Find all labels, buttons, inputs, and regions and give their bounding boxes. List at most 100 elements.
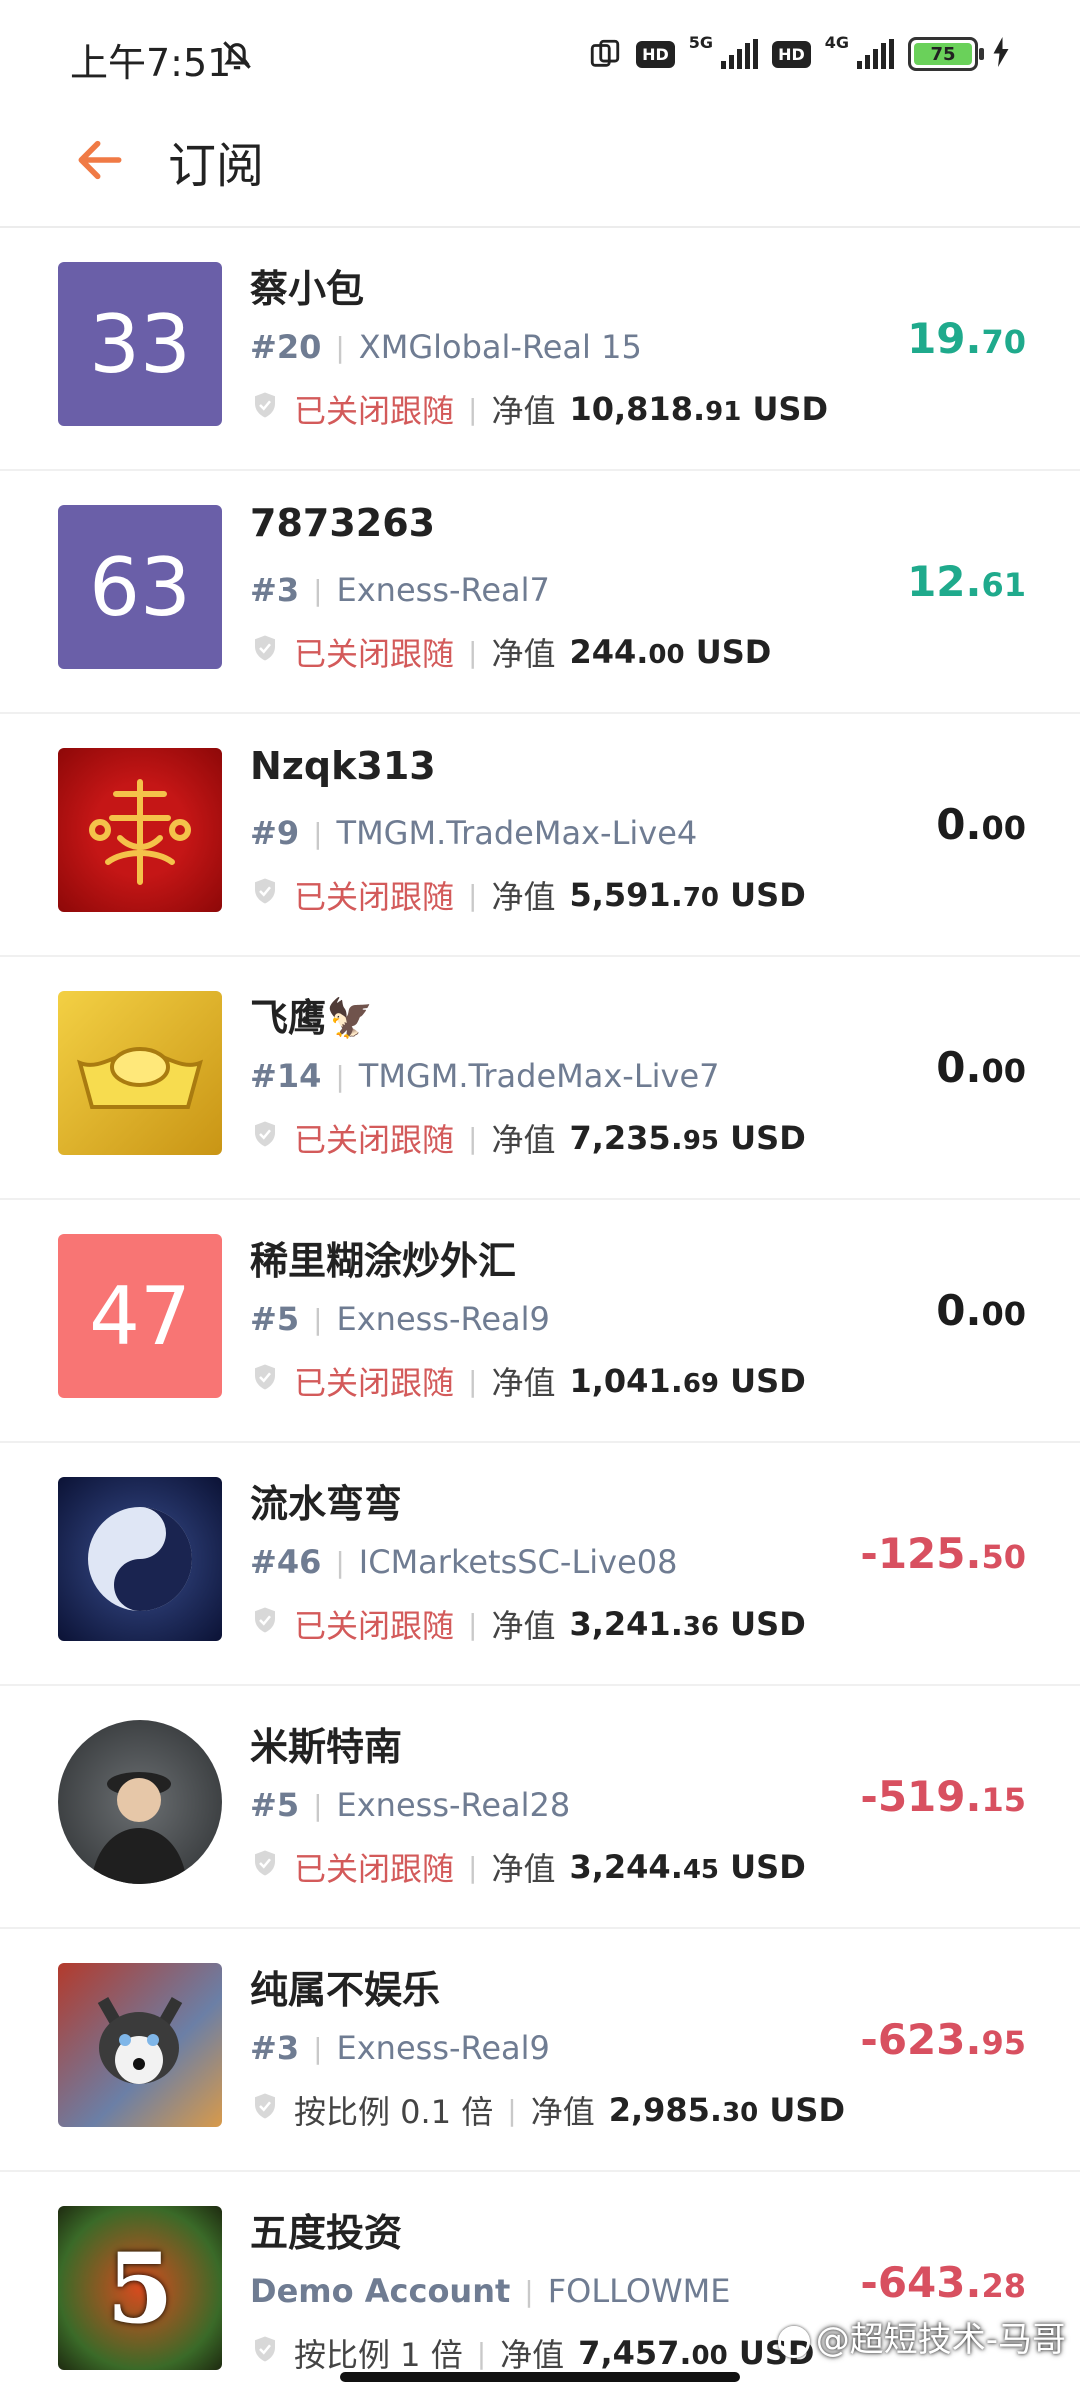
equity-value: 244.00 USD <box>569 633 771 671</box>
equity-int: 10,818. <box>569 390 706 428</box>
divider: | <box>468 1121 478 1155</box>
shield-icon <box>250 390 280 428</box>
status-bar: 上午7:51 HD 5G HD 4G 75 <box>0 0 1080 96</box>
equity-dec: 95 <box>682 1126 720 1156</box>
profit-value: -623.95 <box>860 2015 1026 2064</box>
divider: | <box>335 1545 345 1579</box>
profit-int: -519. <box>860 1772 982 1821</box>
rank-label: #3 <box>250 2029 300 2067</box>
equity-int: 2,985. <box>608 2091 723 2129</box>
equity-label: 净值 <box>491 635 556 673</box>
divider: | <box>468 1607 478 1641</box>
server-label: Exness-Real9 <box>336 1300 550 1338</box>
server-label: FOLLOWME <box>547 2272 731 2310</box>
equity-label: 净值 <box>491 1364 556 1402</box>
subscription-row[interactable]: 米斯特南 #5 | Exness-Real28 已关闭跟随 | 净值 3,244.45 USD… <box>0 1686 1080 1929</box>
follow-status: 已关闭跟随 <box>294 1850 455 1888</box>
divider: | <box>313 1302 323 1336</box>
page-title: 订阅 <box>168 138 265 194</box>
equity-unit: USD <box>730 1605 806 1643</box>
profit-value: 0.00 <box>936 800 1026 849</box>
equity-unit: USD <box>695 633 772 671</box>
equity-label: 净值 <box>500 2336 565 2374</box>
rank-label: #14 <box>250 1057 322 1095</box>
equity-dec: 30 <box>722 2098 759 2128</box>
profit-dec: 15 <box>981 1781 1026 1819</box>
follow-info: 已关闭跟随 | 净值 1,041.69 USD <box>250 1358 806 1404</box>
rank-label: #5 <box>250 1300 300 1338</box>
avatar-number: 33 <box>89 297 191 391</box>
rank-label: #5 <box>250 1786 300 1824</box>
divider: | <box>335 330 345 364</box>
person-photo-avatar <box>58 1720 222 1884</box>
equity-label: 净值 <box>491 878 556 916</box>
network-5g-label: 5G <box>688 32 714 52</box>
dragon-five-avatar: 5 <box>58 2206 222 2370</box>
trader-avatar: 63 <box>58 505 222 669</box>
profit-dec: 95 <box>981 2024 1026 2062</box>
equity-unit: USD <box>769 2091 845 2129</box>
charging-icon <box>992 37 1010 71</box>
subscription-row[interactable]: 流水弯弯 #46 | ICMarketsSC-Live08 已关闭跟随 | 净值 3,241.… <box>0 1443 1080 1686</box>
home-indicator[interactable] <box>340 2372 740 2382</box>
profit-int: -643. <box>860 2258 982 2307</box>
equity-label: 净值 <box>491 1121 556 1159</box>
equity-int: 3,244. <box>569 1848 683 1886</box>
profit-int: 19. <box>907 314 982 363</box>
subscription-row[interactable]: 33 蔡小包 #20 | XMGlobal-Real 15 已关闭跟随 | 净值 10,818.… <box>0 228 1080 471</box>
subscription-row[interactable]: Nzqk313 #9 | TMGM.TradeMax-Live4 已关闭跟随 | 净值 5,5… <box>0 714 1080 957</box>
status-indicators: HD 5G HD 4G 75 <box>588 32 1010 74</box>
avatar-number: 63 <box>89 540 191 634</box>
equity-int: 3,241. <box>569 1605 683 1643</box>
subscription-row[interactable]: 飞鹰🦅 #14 | TMGM.TradeMax-Live7 已关闭跟随 | 净值 7,235.… <box>0 957 1080 1200</box>
follow-status: 已关闭跟随 <box>294 1121 455 1159</box>
battery-icon: 75 <box>908 37 984 71</box>
divider: | <box>313 816 323 850</box>
account-info: #46 | ICMarketsSC-Live08 <box>250 1543 678 1581</box>
follow-info: 已关闭跟随 | 净值 3,241.36 USD <box>250 1601 806 1647</box>
equity-int: 7,235. <box>569 1119 683 1157</box>
back-arrow-icon[interactable] <box>72 132 128 188</box>
weibo-logo-icon <box>777 2325 810 2358</box>
equity-dec: 69 <box>682 1369 720 1399</box>
account-info: #9 | TMGM.TradeMax-Live4 <box>250 814 697 852</box>
profit-dec: 00 <box>981 809 1026 847</box>
equity-int: 5,591. <box>569 876 683 914</box>
account-info: #3 | Exness-Real7 <box>250 571 550 609</box>
rank-label: #20 <box>250 328 322 366</box>
profit-dec: 61 <box>981 566 1026 604</box>
shield-icon <box>250 633 280 671</box>
status-time: 上午7:51 <box>70 41 232 85</box>
equity-label: 净值 <box>491 392 556 430</box>
shield-icon <box>250 2091 280 2129</box>
divider: | <box>524 2274 534 2308</box>
server-label: TMGM.TradeMax-Live4 <box>336 814 698 852</box>
profit-dec: 28 <box>981 2267 1026 2305</box>
battery-level: 75 <box>914 43 972 65</box>
follow-info: 已关闭跟随 | 净值 10,818.91 USD <box>250 386 828 432</box>
profit-value: -125.50 <box>860 1529 1026 1578</box>
equity-label: 净值 <box>491 1850 556 1888</box>
subscription-row[interactable]: 5 五度投资 Demo Account | FOLLOWME 按比例 1 倍 | 净值 7,45… <box>0 2172 1080 2400</box>
profit-value: 12.61 <box>907 557 1026 606</box>
signal-icon <box>721 39 759 69</box>
follow-info: 按比例 0.1 倍 | 净值 2,985.30 USD <box>250 2087 845 2133</box>
server-label: Exness-Real9 <box>336 2029 550 2067</box>
follow-status: 按比例 1 倍 <box>294 2336 463 2374</box>
divider: | <box>313 2031 323 2065</box>
husky-dog-avatar <box>58 1963 222 2127</box>
subscription-row[interactable]: 63 7873263 #3 | Exness-Real7 已关闭跟随 | 净值 244.00 U… <box>0 471 1080 714</box>
subscription-row[interactable]: 纯属不娱乐 #3 | Exness-Real9 按比例 0.1 倍 | 净值 2,985.30… <box>0 1929 1080 2172</box>
rank-label: #9 <box>250 814 300 852</box>
subscription-row[interactable]: 47 稀里糊涂炒外汇 #5 | Exness-Real9 已关闭跟随 | 净值 1,041.69… <box>0 1200 1080 1443</box>
trader-name: 五度投资 <box>250 2211 403 2255</box>
equity-int: 1,041. <box>569 1362 683 1400</box>
account-info: #14 | TMGM.TradeMax-Live7 <box>250 1057 720 1095</box>
divider: | <box>468 1364 478 1398</box>
profit-int: -125. <box>860 1529 982 1578</box>
watermark: @超短技术-马哥 <box>777 2312 1066 2361</box>
equity-dec: 45 <box>682 1855 720 1885</box>
shield-icon <box>250 1848 280 1886</box>
equity-value: 3,244.45 USD <box>569 1848 805 1886</box>
divider: | <box>476 2336 487 2370</box>
